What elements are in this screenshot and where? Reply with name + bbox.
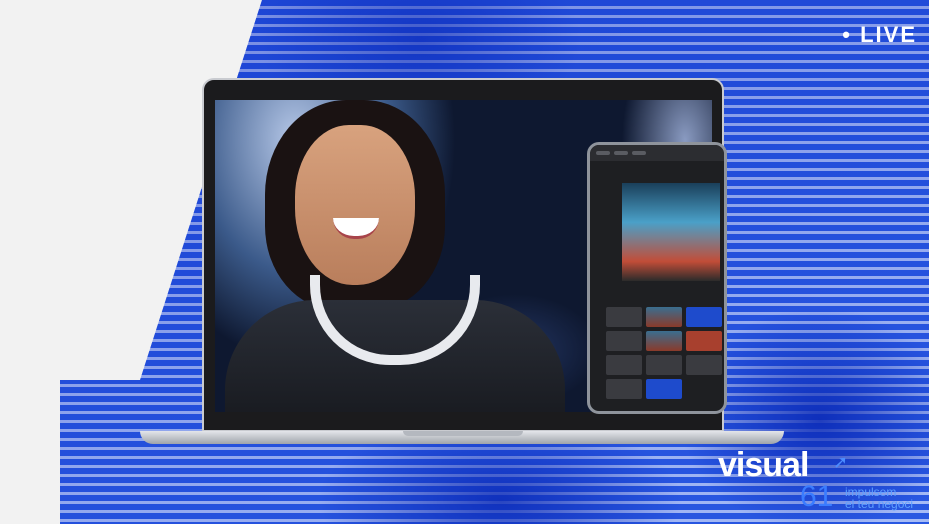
toolbar-item xyxy=(596,151,610,155)
tablet-toolbar xyxy=(590,145,724,161)
tagline-line2: el teu negoci xyxy=(845,497,914,511)
tablet-preview-video xyxy=(622,183,720,281)
toolbar-item xyxy=(614,151,628,155)
live-badge: LIVE xyxy=(842,22,917,48)
logo-arrow-icon: ➚ xyxy=(833,452,849,472)
tablet-source-grid xyxy=(606,307,722,399)
source-cell xyxy=(646,331,682,351)
logo-tagline: impulsem el teu negoci xyxy=(845,486,929,510)
source-cell xyxy=(606,307,642,327)
source-cell xyxy=(606,355,642,375)
source-cell xyxy=(686,355,722,375)
logo-number: 61 xyxy=(800,480,834,513)
source-cell xyxy=(686,307,722,327)
laptop-notch xyxy=(403,431,523,436)
source-cell xyxy=(646,307,682,327)
logo-wordmark: visual xyxy=(718,446,809,484)
brand-logo: visual ➚ 61 impulsem el teu negoci xyxy=(718,446,913,512)
tablet-device xyxy=(587,142,727,414)
source-cell xyxy=(646,355,682,375)
toolbar-item xyxy=(632,151,646,155)
source-cell xyxy=(606,379,642,399)
person-face xyxy=(295,125,415,285)
source-cell xyxy=(646,379,682,399)
source-cell xyxy=(686,331,722,351)
source-cell xyxy=(606,331,642,351)
